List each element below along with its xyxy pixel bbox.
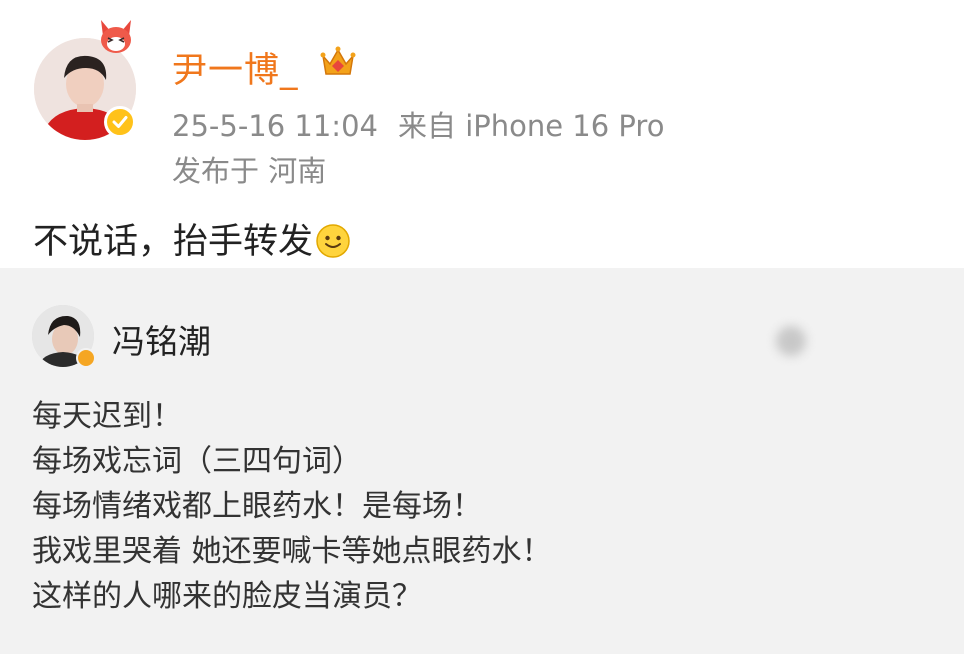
blurred-decoration xyxy=(776,326,806,356)
post-source: 来自 iPhone 16 Pro xyxy=(397,109,665,143)
post-location: 发布于 河南 xyxy=(172,154,327,188)
repost-author[interactable]: 冯铭潮 xyxy=(112,315,211,363)
post-text-content: 不说话，抬手转发 xyxy=(33,222,314,262)
text-fade-overlay xyxy=(380,608,620,654)
repost-line: 每天迟到！ xyxy=(32,399,182,434)
fox-sticker-icon xyxy=(101,20,131,53)
post-text: 不说话，抬手转发 xyxy=(33,213,351,264)
post-meta: 25-5-16 11:04 来自 iPhone 16 Pro xyxy=(172,103,664,145)
post-time: 25-5-16 11:04 xyxy=(172,109,378,143)
repost-text: 每天迟到！ 每场戏忘词（三四句词） 每场情绪戏都上眼药水！是每场！ 我戏里哭着 … xyxy=(32,394,552,619)
verified-badge-icon xyxy=(76,348,96,368)
crown-vip-icon[interactable] xyxy=(318,42,358,82)
smile-emoji-icon xyxy=(316,224,350,258)
repost-line: 每场戏忘词（三四句词） xyxy=(32,444,362,479)
username[interactable]: 尹一博_ xyxy=(172,42,299,93)
reposted-post[interactable]: 冯铭潮 每天迟到！ 每场戏忘词（三四句词） 每场情绪戏都上眼药水！是每场！ 我戏… xyxy=(0,268,964,654)
original-post: 尹一博_ 25-5-16 11:04 来自 iPhone 16 Pro 发布于 河… xyxy=(0,0,964,268)
repost-line: 我戏里哭着 她还要喊卡等她点眼药水！ xyxy=(32,534,552,569)
repost-line: 每场情绪戏都上眼药水！是每场！ xyxy=(32,489,482,524)
verified-badge-icon xyxy=(104,106,136,138)
